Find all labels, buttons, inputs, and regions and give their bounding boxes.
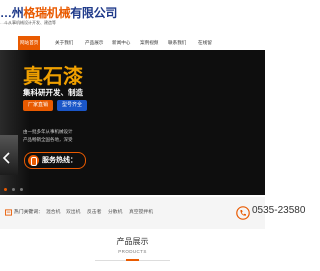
- site-header: …州格瑞机械有限公司 …斗从事机械设计开发、建造等: [0, 0, 265, 36]
- logo-suffix: 有限公司: [70, 6, 118, 20]
- banner-desc-line: 产品畅销全国各地，深受: [23, 137, 73, 142]
- direct-sale-badge[interactable]: 厂家直销: [23, 100, 54, 111]
- hot-keywords-label: 热门关键词：: [14, 210, 43, 215]
- section-title: 产品展示: [116, 237, 149, 246]
- prev-arrow-icon[interactable]: [2, 152, 12, 164]
- hero-banner[interactable]: 真石漆 集科研开发、制造 厂家直销 型号齐全 由一批多年从事机械设计 产品畅销全…: [0, 50, 265, 195]
- keyword-link[interactable]: 反击者: [87, 209, 101, 217]
- carousel-dots: [4, 188, 23, 191]
- section-subtitle: PRODUCTS: [118, 249, 147, 254]
- nav-item-news[interactable]: 新闻中心: [112, 36, 130, 50]
- banner-title: 真石漆: [23, 66, 83, 88]
- logo-highlight: 格瑞机械: [23, 6, 71, 20]
- nav-item-contact[interactable]: 联系我们: [168, 36, 186, 50]
- keyword-link[interactable]: 混合机: [46, 209, 60, 217]
- keyword-link[interactable]: 双出机: [66, 209, 80, 217]
- phone-icon: [28, 155, 39, 166]
- carousel-dot[interactable]: [20, 188, 23, 191]
- nav-item-message[interactable]: 在线留: [198, 36, 212, 50]
- company-logo[interactable]: …州格瑞机械有限公司: [0, 4, 117, 21]
- carousel-dot[interactable]: [4, 188, 7, 191]
- nav-item-products[interactable]: 产品展示: [85, 36, 103, 50]
- carousel-dot[interactable]: [12, 188, 15, 191]
- keyword-link[interactable]: 真空搅拌机: [129, 209, 153, 217]
- logo-tagline: …斗从事机械设计开发、建造等: [0, 20, 56, 25]
- nav-item-home[interactable]: 网站首页: [18, 36, 41, 50]
- logo-prefix: …州: [0, 6, 24, 20]
- keyword-icon: [5, 209, 12, 216]
- banner-subtitle: 集科研开发、制造: [23, 88, 83, 97]
- hot-keywords-bar: 热门关键词： 混合机 双出机 反击者 分散机 真空搅拌机 0535-23580: [0, 197, 305, 229]
- banner-desc-line: 由一批多年从事机械设计: [23, 129, 73, 134]
- main-nav: 网站首页 关于我们 产品展示 新闻中心 案例视频 联系我们 在线留: [0, 36, 265, 50]
- keyword-link[interactable]: 分散机: [108, 209, 122, 217]
- telephone-icon: [236, 206, 250, 220]
- banner-description: 由一批多年从事机械设计 产品畅销全国各地，深受: [23, 128, 73, 144]
- nav-item-cases[interactable]: 案例视频: [140, 36, 158, 50]
- section-divider-accent: [126, 259, 139, 261]
- hotline-label: 服务热线：: [42, 157, 77, 164]
- nav-item-about[interactable]: 关于我们: [55, 36, 73, 50]
- full-range-badge[interactable]: 型号齐全: [57, 100, 88, 111]
- phone-number[interactable]: 0535-23580: [252, 205, 305, 216]
- hotline-box[interactable]: 服务热线：: [24, 152, 86, 169]
